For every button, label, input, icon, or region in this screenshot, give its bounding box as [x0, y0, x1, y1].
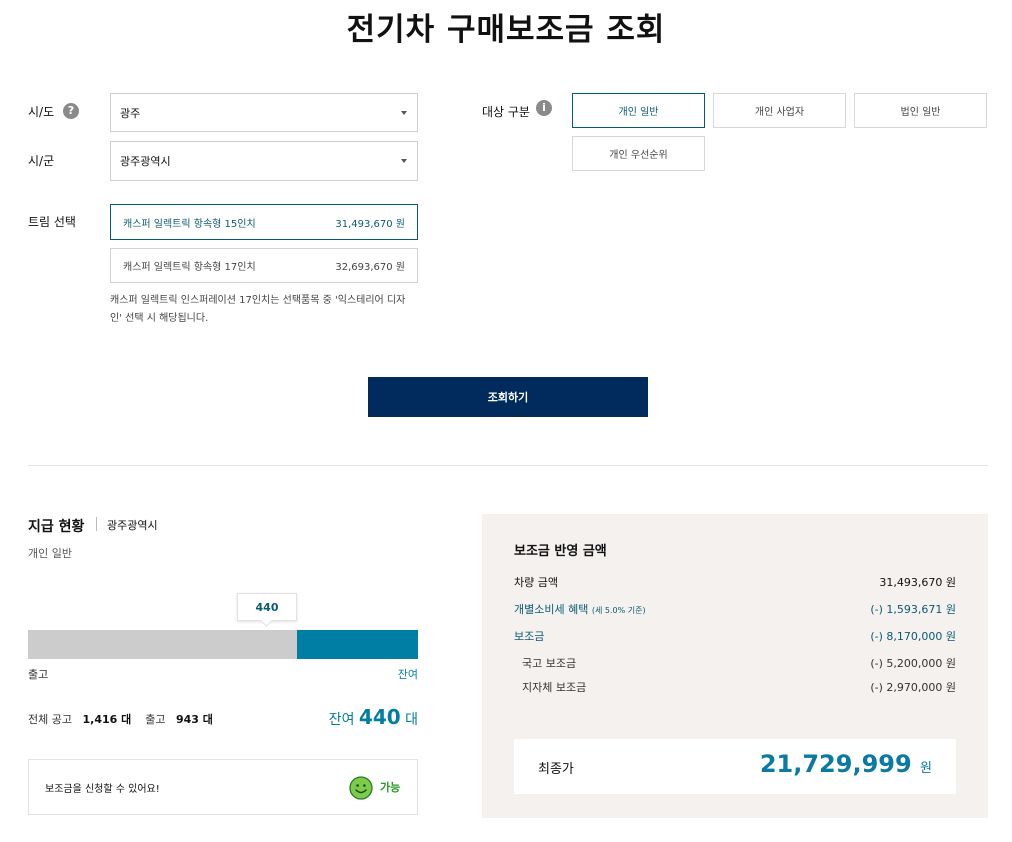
shipped-label: 출고: [145, 713, 166, 726]
search-button[interactable]: 조회하기: [368, 377, 648, 417]
sido-select-value: 광주: [120, 106, 141, 120]
vehicle-price-value: 31,493,670 원: [879, 576, 956, 589]
sigun-select[interactable]: 광주광역시: [110, 141, 418, 181]
sido-select[interactable]: 광주: [110, 93, 418, 132]
remain-unit: 대: [405, 712, 418, 728]
result-title: 보조금 반영 금액: [514, 544, 607, 559]
local-subsidy-value: (-) 2,970,000 원: [870, 681, 956, 694]
status-type: 개인 일반: [28, 547, 72, 560]
total-value: 1,416 대: [82, 713, 132, 726]
trim-label: 트림 선택: [28, 215, 76, 229]
page-title: 전기차 구매보조금 조회: [346, 12, 666, 48]
remain-label: 잔여: [328, 712, 355, 728]
remaining-summary: 잔여 440 대: [329, 705, 418, 729]
target-option-individual[interactable]: 개인 일반: [572, 93, 705, 128]
totals-summary: 전체 공고 1,416 대 출고 943 대: [28, 711, 213, 727]
tax-benefit-label-text: 개별소비세 혜택: [514, 603, 589, 616]
subsidy-value: (-) 8,170,000 원: [870, 630, 956, 643]
trim-note: 캐스퍼 일렉트릭 인스퍼레이션 17인치는 선택품목 중 '익스테리어 디자인'…: [110, 295, 406, 324]
target-label: 대상 구분: [482, 105, 530, 119]
apply-status-text: 가능: [380, 781, 401, 794]
final-price-unit: 원: [920, 761, 932, 776]
target-option-self-employed[interactable]: 개인 사업자: [713, 93, 846, 128]
total-label: 전체 공고: [28, 713, 72, 726]
title-separator: [96, 517, 97, 531]
sigun-select-value: 광주광역시: [120, 155, 171, 168]
status-region: 광주광역시: [107, 519, 158, 532]
progress-bar: [28, 630, 418, 659]
trim-name: 캐스퍼 일렉트릭 항속형 17인치: [123, 262, 256, 273]
local-subsidy-label: 지자체 보조금: [522, 681, 587, 694]
target-option-priority[interactable]: 개인 우선순위: [572, 136, 705, 171]
info-icon[interactable]: i: [536, 100, 552, 116]
trim-name: 캐스퍼 일렉트릭 항속형 15인치: [123, 218, 256, 230]
target-option-corporate[interactable]: 법인 일반: [854, 93, 987, 128]
subsidy-label: 보조금: [514, 630, 545, 643]
apply-message: 보조금을 신청할 수 있어요!: [45, 784, 160, 795]
final-price-label: 최종가: [538, 762, 574, 777]
final-price: 21,729,999 원: [760, 750, 932, 778]
apply-status-box: 보조금을 신청할 수 있어요! 가능: [28, 759, 418, 815]
final-price-value: 21,729,999: [759, 750, 912, 778]
progress-bar-fill: [296, 630, 418, 659]
tax-benefit-note: (세 5.0% 기준): [591, 606, 646, 615]
section-divider: [28, 465, 988, 466]
final-price-box: 최종가 21,729,999 원: [514, 739, 956, 794]
status-title: 지급 현황: [28, 519, 85, 535]
remaining-bubble: 440: [237, 593, 297, 621]
remaining-bar-label: 잔여: [397, 668, 418, 681]
chevron-down-icon: [401, 110, 407, 115]
result-panel: 보조금 반영 금액 차량 금액 31,493,670 원 개별소비세 혜택 (세…: [482, 514, 988, 818]
sigun-label: 시/군: [28, 154, 55, 168]
remain-value: 440: [358, 705, 401, 729]
sido-label: 시/도: [28, 105, 55, 119]
tax-benefit-value: (-) 1,593,671 원: [870, 603, 956, 616]
smile-icon: [349, 776, 373, 800]
vehicle-price-label: 차량 금액: [514, 576, 558, 589]
help-icon[interactable]: ?: [63, 103, 79, 119]
trim-option-15inch[interactable]: 캐스퍼 일렉트릭 항속형 15인치 31,493,670 원: [110, 204, 418, 240]
national-subsidy-label: 국고 보조금: [522, 657, 577, 670]
shipped-bar-label: 출고: [28, 668, 49, 681]
tax-benefit-label: 개별소비세 혜택 (세 5.0% 기준): [514, 601, 646, 617]
trim-price: 32,693,670 원: [335, 262, 405, 273]
chevron-down-icon: [401, 159, 407, 163]
trim-option-17inch[interactable]: 캐스퍼 일렉트릭 항속형 17인치 32,693,670 원: [110, 248, 418, 283]
shipped-value: 943 대: [175, 713, 213, 726]
trim-price: 31,493,670 원: [335, 218, 405, 230]
national-subsidy-value: (-) 5,200,000 원: [870, 657, 956, 670]
